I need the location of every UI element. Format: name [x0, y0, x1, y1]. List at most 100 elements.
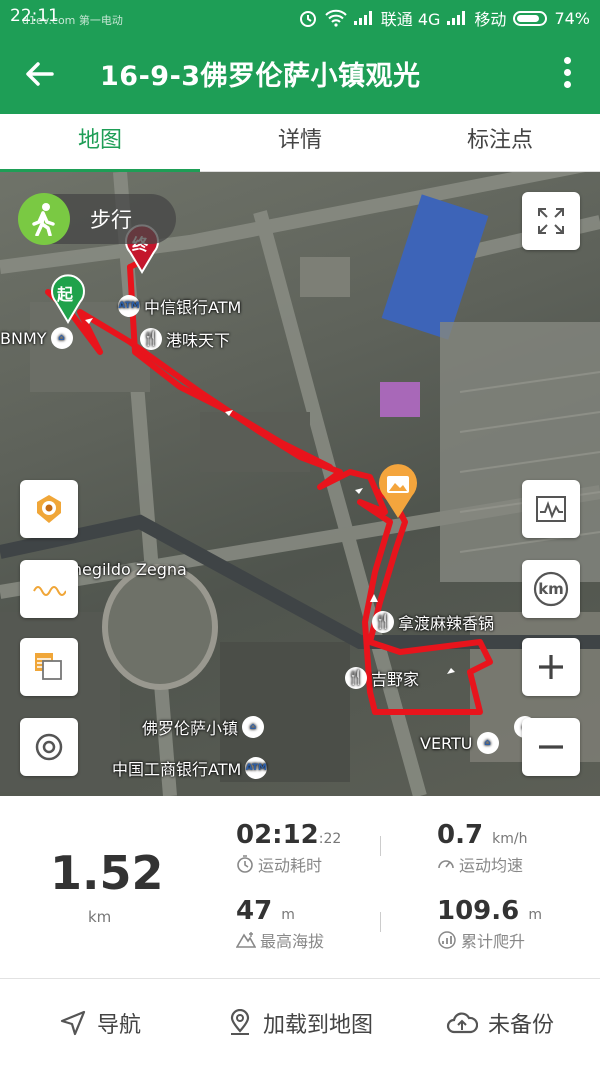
route-track	[45, 259, 493, 715]
load-to-map-button[interactable]: 加载到地图	[200, 979, 400, 1067]
map-label-citic-atm-text: 中信银行ATM	[144, 298, 242, 317]
fullscreen-icon	[538, 208, 564, 234]
stat-duration: 02:12:22 运动耗时	[236, 820, 341, 876]
tab-map[interactable]: 地图	[0, 114, 200, 173]
total-distance-value: 1.52	[50, 846, 164, 900]
fullscreen-button[interactable]	[522, 192, 580, 250]
signal-icon	[353, 11, 374, 25]
restaurant-poi-icon-2: 🍴	[372, 611, 394, 633]
chart-button[interactable]	[522, 480, 580, 538]
km-button-label: km	[538, 580, 564, 598]
map-label-zegna-text: enegildo Zegna	[62, 560, 187, 579]
wifi-icon	[325, 9, 347, 27]
map-label-yoshinoya-text: 吉野家	[371, 670, 420, 689]
map-label-florentia-text: 佛罗伦萨小镇	[142, 719, 239, 738]
climb-bars-icon	[438, 931, 456, 949]
page-title: 16-9-3佛罗伦萨小镇观光	[100, 61, 421, 92]
location-pin-icon	[230, 1009, 250, 1035]
back-arrow-icon[interactable]	[22, 56, 58, 92]
climb-value: 109.6	[437, 896, 520, 926]
photo-pin[interactable]	[375, 464, 421, 524]
map-label-yoshinoya[interactable]: 🍴 吉野家	[345, 666, 419, 690]
status-right: 联通 4G 移动 74%	[298, 6, 590, 30]
map-label-naduma[interactable]: 🍴 拿渡麻辣香锅	[372, 610, 494, 634]
load-to-map-label: 加载到地图	[262, 1013, 373, 1038]
shop-poi-icon-3: ⌂	[476, 732, 499, 754]
map-label-gangwei[interactable]: 🍴 港味天下	[140, 327, 230, 351]
map-label-icbc-atm-text: 中国工商银行ATM	[112, 760, 242, 779]
layers-icon	[35, 653, 62, 680]
max-alt-unit: m	[281, 907, 295, 923]
speedometer-icon	[438, 860, 454, 869]
duration-main: 02:12	[236, 820, 319, 850]
navigate-button[interactable]: 导航	[0, 979, 200, 1067]
app-bar: 16-9-3佛罗伦萨小镇观光	[0, 34, 600, 114]
start-marker-label: 起	[57, 285, 74, 304]
bank-poi-icon: ATM	[118, 295, 140, 317]
speed-unit: km/h	[492, 831, 528, 847]
restaurant-poi-icon-3: 🍴	[345, 667, 367, 689]
backup-status-label: 未备份	[487, 1013, 554, 1038]
map-label-vertu[interactable]: VERTU ⌂	[420, 732, 499, 754]
navigate-label: 导航	[96, 1013, 141, 1038]
divider	[380, 836, 381, 856]
more-menu-icon[interactable]	[562, 52, 572, 96]
stats-panel: 1.52 km 02:12:22 运动耗时 0.7 km/h 运动均速 47 m…	[0, 796, 600, 976]
navigation-arrow-icon	[60, 1010, 86, 1036]
map-label-vertu-text: VERTU	[420, 733, 473, 753]
map-label-bnmy-text: BNMY	[0, 328, 47, 348]
activity-mode-chip[interactable]: 步行	[18, 193, 176, 245]
stat-avg-speed: 0.7 km/h 运动均速	[437, 820, 527, 876]
map-label-gangwei-text: 港味天下	[166, 331, 231, 350]
zoom-in-button[interactable]	[522, 638, 580, 696]
bank-poi-icon-2: ATM	[245, 757, 268, 779]
locate-icon	[35, 733, 63, 761]
start-pin[interactable]: 起	[48, 274, 88, 328]
climb-unit: m	[528, 907, 542, 923]
locate-button[interactable]	[20, 718, 78, 776]
unit-km-button[interactable]: km	[522, 560, 580, 618]
map-label-citic-atm[interactable]: ATM 中信银行ATM	[118, 294, 241, 318]
stopwatch-icon	[237, 855, 253, 873]
restaurant-poi-icon: 🍴	[140, 328, 162, 350]
shop-poi-icon-2: ⌂	[242, 716, 265, 738]
duration-seconds: :22	[318, 831, 342, 847]
stat-climb: 109.6 m 累计爬升	[437, 896, 542, 952]
speed-label: 运动均速	[459, 856, 524, 875]
sight-button[interactable]	[20, 480, 78, 538]
backup-status-button[interactable]: 未备份	[400, 979, 600, 1067]
map-label-florentia[interactable]: 佛罗伦萨小镇 ⌂	[142, 715, 265, 739]
watermark: d1ev.com 第一电动	[22, 14, 123, 27]
sight-badge-icon	[37, 495, 61, 523]
tab-markers[interactable]: 标注点	[400, 114, 600, 171]
tab-bar: 地图 详情 标注点	[0, 114, 600, 173]
zoom-out-button[interactable]	[522, 718, 580, 776]
map-label-icbc-atm[interactable]: 中国工商银行ATM ATM	[112, 756, 268, 780]
climb-label: 累计爬升	[461, 932, 526, 951]
line-chart-icon	[536, 496, 566, 522]
shop-poi-icon: ⌂	[50, 327, 73, 349]
track-style-button[interactable]	[20, 560, 78, 618]
map-label-zegna[interactable]: enegildo Zegna	[62, 560, 187, 579]
battery-icon	[513, 10, 548, 26]
walking-icon	[18, 193, 70, 245]
max-alt-value: 47	[236, 896, 273, 926]
photo-marker-icon	[379, 464, 417, 518]
status-bar: 22:11 d1ev.com 第一电动 联通 4G 移动 74%	[0, 0, 600, 34]
total-distance-unit: km	[88, 908, 112, 926]
minus-icon	[539, 745, 563, 749]
stat-max-altitude: 47 m 最高海拔	[236, 896, 324, 952]
speed-value: 0.7	[437, 820, 484, 850]
map-view[interactable]: ATM 中信银行ATM 🍴 港味天下 BNMY ⌂ enegildo Zegna…	[0, 172, 600, 796]
map-label-naduma-text: 拿渡麻辣香锅	[398, 614, 495, 633]
map-label-bnmy[interactable]: BNMY ⌂	[0, 327, 73, 349]
layers-button[interactable]	[20, 638, 78, 696]
alarm-icon	[299, 11, 316, 27]
bottom-action-bar: 导航 加载到地图 未备份	[0, 978, 600, 1067]
signal-icon-2	[447, 11, 467, 25]
wave-track-icon	[33, 586, 66, 596]
tab-details[interactable]: 详情	[200, 114, 400, 171]
duration-label: 运动耗时	[258, 856, 323, 875]
carrier-2: 移动	[474, 10, 507, 29]
max-alt-label: 最高海拔	[260, 932, 325, 951]
